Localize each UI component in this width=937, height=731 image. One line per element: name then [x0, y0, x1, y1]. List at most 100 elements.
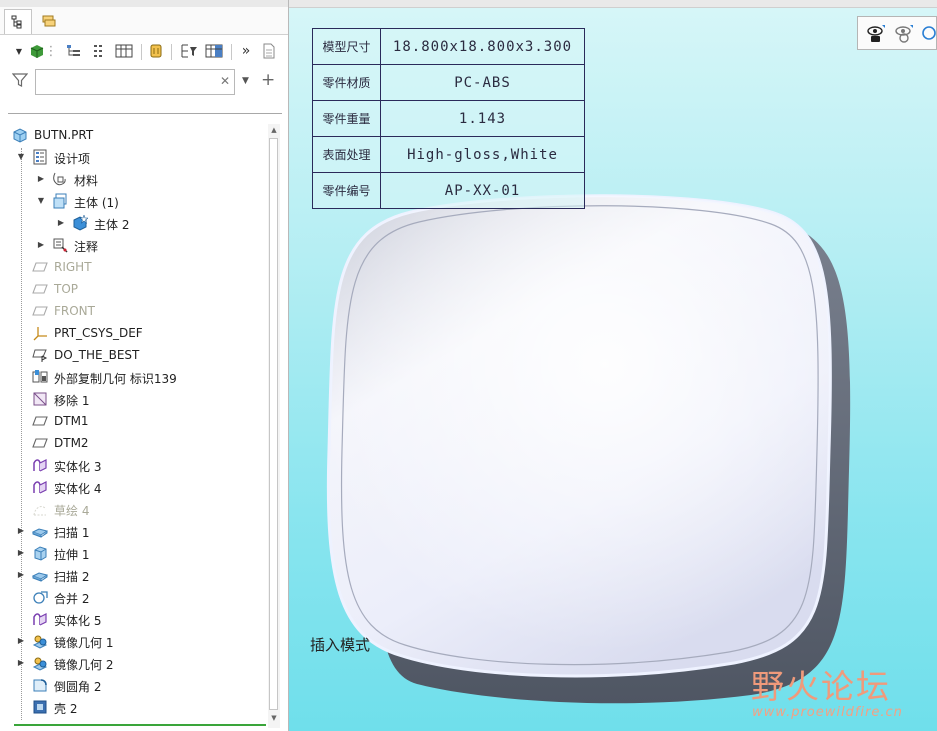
tree-filters-icon[interactable]: [66, 41, 82, 61]
expand-triangle-icon[interactable]: ▶: [17, 658, 25, 667]
tree-item[interactable]: DO_THE_BEST: [0, 344, 266, 366]
expand-triangle-icon[interactable]: ▶: [37, 240, 45, 249]
insert-mode-label: 插入模式: [310, 636, 371, 654]
tree-item-label: DTM1: [54, 414, 89, 428]
show-menu-dropdown-icon[interactable]: ▼: [14, 41, 24, 61]
scrollbar-thumb[interactable]: [269, 138, 278, 710]
tree-columns-settings-icon[interactable]: [205, 41, 223, 61]
tree-item-label: 扫描 1: [54, 526, 90, 540]
body-icon: [52, 193, 68, 209]
tree-item[interactable]: ▼ 设计项: [0, 146, 266, 168]
expand-triangle-icon[interactable]: ▶: [57, 218, 65, 227]
solidify-icon: [32, 611, 48, 627]
tree-item[interactable]: TOP: [0, 278, 266, 300]
tree-item[interactable]: ▼ 主体 (1): [0, 190, 266, 212]
tree-item[interactable]: DTM1: [0, 410, 266, 432]
tree-item[interactable]: ▶ 镜像几何 2: [0, 652, 266, 674]
info-table-row: 表面处理 High-gloss,White: [312, 136, 585, 173]
tree-item[interactable]: RIGHT: [0, 256, 266, 278]
tree-item[interactable]: 壳 2: [0, 696, 266, 718]
tree-item[interactable]: 合并 2: [0, 586, 266, 608]
info-table-value: PC-ABS: [380, 64, 585, 101]
tree-item[interactable]: ▶ 扫描 1: [0, 520, 266, 542]
tree-item-label: PRT_CSYS_DEF: [54, 326, 143, 340]
expand-triangle-icon[interactable]: ▶: [17, 526, 25, 535]
tab-layer-tree[interactable]: [36, 9, 62, 33]
view-state-eye-icon[interactable]: [894, 24, 914, 44]
merge-icon: [32, 589, 48, 605]
tree-item[interactable]: 实体化 5: [0, 608, 266, 630]
tree-filter-settings-icon[interactable]: [180, 41, 198, 61]
toolbar-grip-icon: ⋮: [44, 43, 58, 59]
saved-views-eye-icon[interactable]: [866, 24, 886, 44]
tree-item[interactable]: PRT_CSYS_DEF: [0, 322, 266, 344]
info-table-value: AP-XX-01: [380, 172, 585, 209]
settings-cube-icon[interactable]: [28, 41, 46, 61]
expand-triangle-icon[interactable]: ▶: [17, 548, 25, 557]
datum-plane-icon: [32, 413, 48, 429]
tree-item-label: DTM2: [54, 436, 89, 450]
clear-search-icon[interactable]: ✕: [220, 74, 230, 88]
tree-item[interactable]: 移除 1: [0, 388, 266, 410]
highlight-icon[interactable]: [148, 41, 164, 61]
datum-plane-flag-icon: [32, 347, 48, 363]
tree-item-label: 材料: [74, 174, 99, 188]
filter-funnel-icon[interactable]: [11, 72, 29, 92]
tree-search-input[interactable]: [35, 69, 235, 95]
collapse-triangle-icon[interactable]: ▼: [17, 152, 25, 161]
search-history-dropdown-icon[interactable]: ▼: [242, 76, 249, 86]
tree-item[interactable]: FRONT: [0, 300, 266, 322]
tree-item[interactable]: BUTN.PRT: [0, 124, 266, 146]
tree-item-label: 注释: [74, 240, 99, 254]
info-table-key: 零件材质: [312, 64, 381, 101]
tree-item[interactable]: ▶ 注释: [0, 234, 266, 256]
sketch-icon: [32, 501, 48, 517]
tree-item-label: 实体化 4: [54, 482, 102, 496]
scroll-up-arrow-icon[interactable]: ▲: [268, 126, 280, 134]
tree-item[interactable]: ▶ 镜像几何 1: [0, 630, 266, 652]
more-commands-icon[interactable]: »: [239, 41, 253, 61]
document-icon[interactable]: [261, 41, 277, 61]
remove-icon: [32, 391, 48, 407]
tree-item[interactable]: 外部复制几何 标识139: [0, 366, 266, 388]
info-table-key: 模型尺寸: [312, 28, 381, 65]
tree-item-label: 壳 2: [54, 702, 78, 716]
model-tree-panel: ▼ ⋮ » ✕ ▼ + BUTN.PRT ▼ 设计项 ▶ 材料 ▼ 主体 (1)…: [0, 0, 289, 731]
part-top-face-highlight: [328, 195, 831, 676]
zoom-icon[interactable]: [920, 24, 937, 44]
sweep-icon: [31, 567, 49, 583]
info-table-row: 模型尺寸 18.800x18.800x3.300: [312, 28, 585, 65]
tree-item[interactable]: 实体化 3: [0, 454, 266, 476]
tree-item-label: 实体化 5: [54, 614, 102, 628]
expand-triangle-icon[interactable]: ▶: [37, 174, 45, 183]
tree-item[interactable]: DTM2: [0, 432, 266, 454]
tree-scrollbar[interactable]: ▲ ▼: [268, 124, 280, 728]
tree-item-label: 镜像几何 2: [54, 658, 114, 672]
info-table-row: 零件编号 AP-XX-01: [312, 172, 585, 209]
tree-item-label: 实体化 3: [54, 460, 102, 474]
scroll-down-arrow-icon[interactable]: ▼: [268, 714, 280, 722]
toolbar-separator: [141, 44, 142, 60]
table-view-icon[interactable]: [115, 41, 133, 61]
info-table-value: 1.143: [380, 100, 585, 137]
collapse-triangle-icon[interactable]: ▼: [37, 196, 45, 205]
graphics-viewport[interactable]: 模型尺寸 18.800x18.800x3.300 零件材质 PC-ABS 零件重量 1.1…: [289, 0, 937, 731]
insert-here-marker[interactable]: [14, 724, 266, 726]
tab-model-tree[interactable]: [4, 9, 32, 34]
tree-item-label: 主体 2: [94, 218, 130, 232]
tree-item[interactable]: ▶ 拉伸 1: [0, 542, 266, 564]
tree-header-divider: [8, 113, 282, 114]
add-icon[interactable]: +: [261, 70, 275, 90]
tree-item[interactable]: 实体化 4: [0, 476, 266, 498]
tree-item[interactable]: ▶ 材料: [0, 168, 266, 190]
expand-triangle-icon[interactable]: ▶: [17, 570, 25, 579]
tree-item[interactable]: 倒圆角 2: [0, 674, 266, 696]
expand-triangle-icon[interactable]: ▶: [17, 636, 25, 645]
model-tree-tab-icon: [11, 15, 22, 29]
tree-columns-icon[interactable]: [92, 41, 106, 61]
watermark-logo: 野火论坛: [751, 667, 891, 706]
solidify-icon: [32, 479, 48, 495]
tree-item[interactable]: 草绘 4: [0, 498, 266, 520]
tree-item[interactable]: ▶ 主体 2: [0, 212, 266, 234]
tree-item[interactable]: ▶ 扫描 2: [0, 564, 266, 586]
